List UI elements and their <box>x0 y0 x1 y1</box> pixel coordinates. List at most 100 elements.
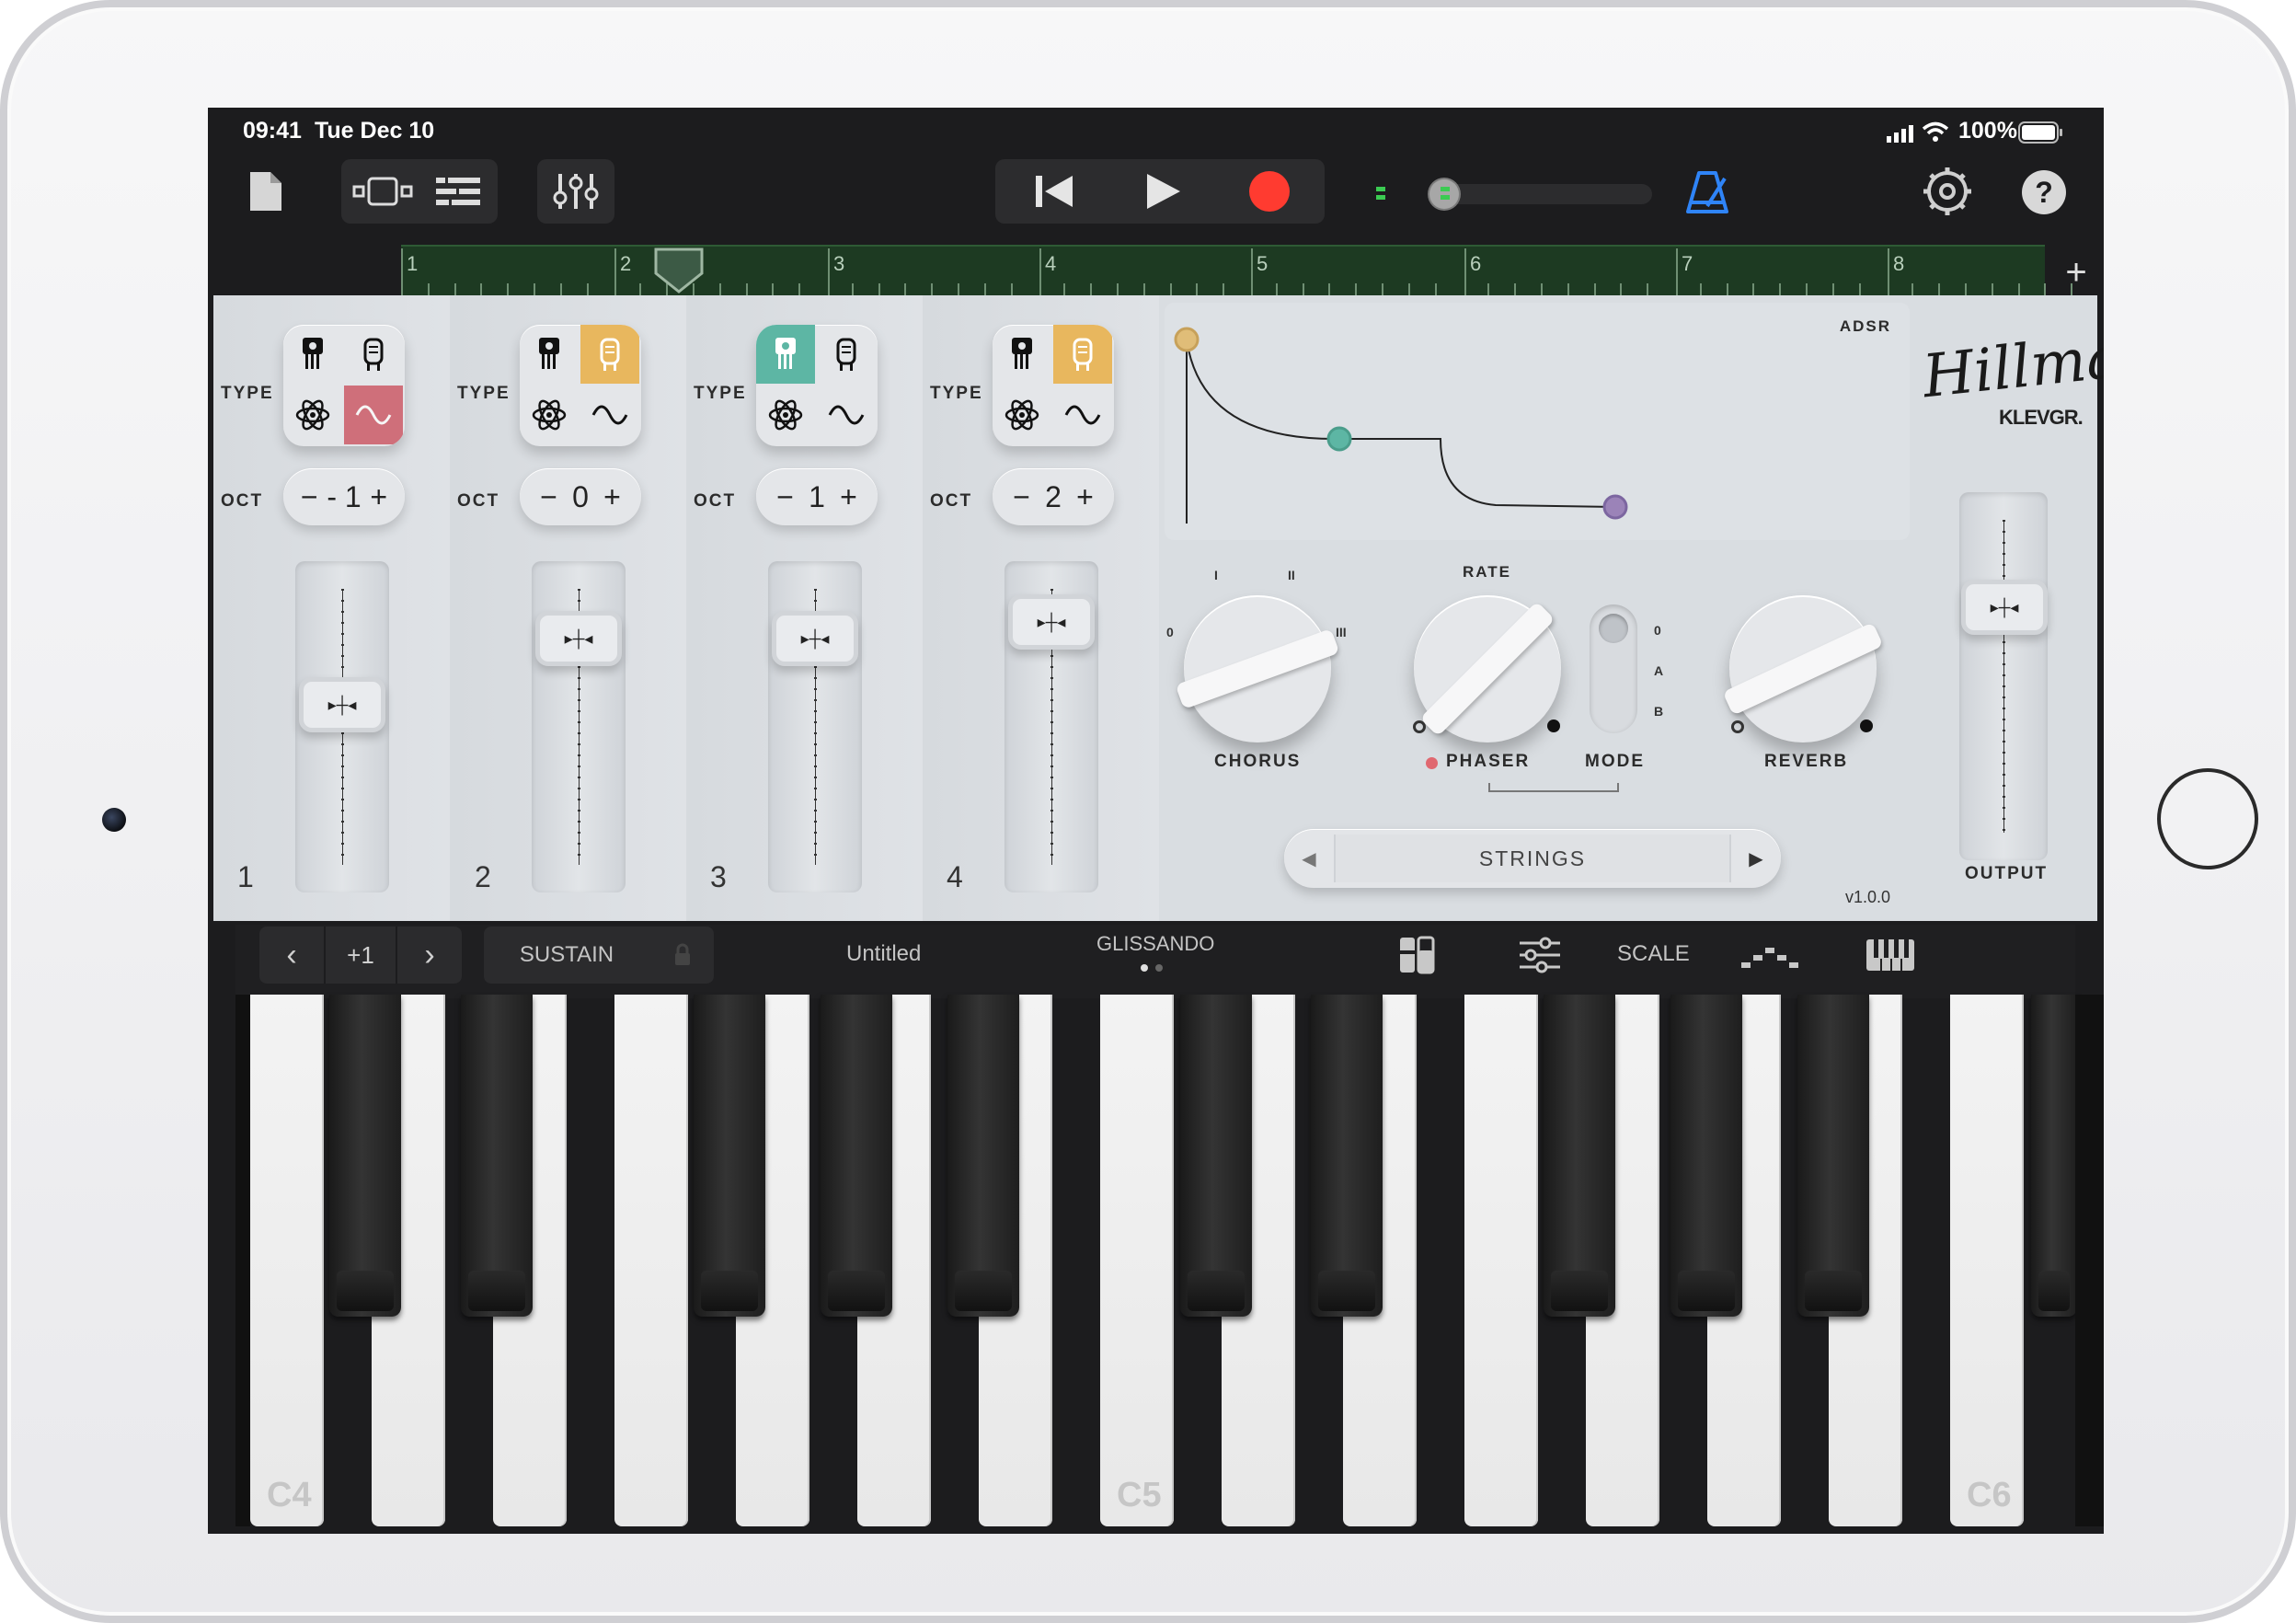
atom-icon[interactable] <box>520 386 579 444</box>
ruler-tick <box>507 283 510 296</box>
black-key[interactable] <box>821 995 892 1317</box>
octave-stepper-1[interactable]: − - 1 + <box>283 468 405 525</box>
sustain-button[interactable]: SUSTAIN <box>484 927 649 984</box>
rewind-icon[interactable] <box>1008 163 1100 220</box>
transistor-icon[interactable] <box>756 325 815 384</box>
sine-icon[interactable] <box>580 386 639 444</box>
output-fader-handle[interactable]: ▸┼◂ <box>1961 580 2048 636</box>
split-keyboard-icon[interactable] <box>1395 932 1439 978</box>
volume-slider[interactable] <box>1376 178 1652 211</box>
preset-selector: ◀ STRINGS ▶ <box>1284 829 1781 888</box>
help-icon[interactable]: ? <box>2022 170 2066 214</box>
transistor-icon[interactable] <box>283 325 342 384</box>
octave-stepper-2[interactable]: −0 + <box>520 468 641 525</box>
black-key[interactable] <box>1180 995 1252 1317</box>
octave-decrement[interactable]: − <box>1013 480 1030 514</box>
black-key[interactable] <box>1544 995 1615 1317</box>
keyboard-icon[interactable] <box>1864 932 1917 978</box>
atom-icon[interactable] <box>283 386 342 444</box>
black-key[interactable] <box>947 995 1019 1317</box>
transistor-icon[interactable] <box>520 325 579 384</box>
scale-button[interactable]: SCALE <box>1617 941 1690 967</box>
adsr-envelope[interactable]: ADSR <box>1165 303 1910 540</box>
output-fader[interactable] <box>1959 492 2048 860</box>
white-key[interactable] <box>1464 995 1538 1526</box>
add-track-button[interactable]: + <box>2055 251 2097 294</box>
octave-increment[interactable]: + <box>1076 480 1094 514</box>
fader-handle-1[interactable]: ▸┼◂ <box>299 677 385 732</box>
list-view-icon[interactable] <box>421 163 495 220</box>
white-key[interactable] <box>614 995 688 1526</box>
tube-icon[interactable] <box>817 325 876 384</box>
white-key-c6[interactable]: C6 <box>1950 995 2024 1526</box>
arpeggiator-icon[interactable] <box>1740 936 1799 976</box>
record-icon[interactable] <box>1223 163 1315 220</box>
octave-increment[interactable]: + <box>370 480 387 514</box>
metronome-icon[interactable] <box>1680 165 1735 220</box>
document-icon[interactable] <box>245 168 287 214</box>
ruler-tick <box>1434 283 1437 296</box>
tube-icon[interactable] <box>1053 325 1112 384</box>
glissando-label[interactable]: GLISSANDO <box>1096 932 1214 956</box>
sine-icon[interactable] <box>344 386 403 444</box>
chorus-mark-1: I <box>1214 568 1218 582</box>
black-key[interactable] <box>694 995 765 1317</box>
sine-icon[interactable] <box>817 386 876 444</box>
octave-stepper-4[interactable]: −2 + <box>993 468 1114 525</box>
phaser-rate-knob[interactable] <box>1414 595 1561 742</box>
fader-handle-3[interactable]: ▸┼◂ <box>772 611 858 666</box>
timeline-ruler[interactable]: 1 2 3 4 5 6 7 8 <box>401 245 2073 296</box>
mode-switch[interactable] <box>1590 604 1637 733</box>
octave-decrement[interactable]: − <box>776 480 794 514</box>
octave-increment[interactable]: + <box>840 480 857 514</box>
black-key[interactable] <box>329 995 401 1317</box>
playhead-icon[interactable] <box>654 247 704 294</box>
ruler-tick <box>586 283 589 296</box>
white-key-c4[interactable]: C4 <box>250 995 324 1526</box>
fader-handle-4[interactable]: ▸┼◂ <box>1008 594 1095 650</box>
lock-icon[interactable] <box>655 927 710 984</box>
ruler-tick <box>1752 283 1755 296</box>
black-key[interactable] <box>1797 995 1869 1317</box>
ruler-tick <box>1223 283 1225 296</box>
tracks-view-icon[interactable] <box>346 163 419 220</box>
home-button[interactable] <box>2157 768 2258 869</box>
phaser-label: PHASER <box>1446 752 1531 771</box>
ruler-bar-1: 1 <box>407 252 419 275</box>
keyboard-right-edge <box>2075 995 2104 1526</box>
screen: 09:41 Tue Dec 10 100% ? 1 2 3 4 5 6 7 8 … <box>208 108 2104 1534</box>
octave-decrement[interactable]: − <box>540 480 557 514</box>
black-key[interactable] <box>2031 995 2077 1317</box>
black-key[interactable] <box>461 995 533 1317</box>
sine-icon[interactable] <box>1053 386 1112 444</box>
tube-icon[interactable] <box>344 325 403 384</box>
play-icon[interactable] <box>1117 163 1209 220</box>
chorus-knob[interactable] <box>1175 595 1340 742</box>
preset-prev-button[interactable]: ◀ <box>1284 829 1334 888</box>
octave-stepper-3[interactable]: −1 + <box>756 468 878 525</box>
keyboard-settings-icon[interactable] <box>1514 932 1566 978</box>
preset-next-button[interactable]: ▶ <box>1731 829 1781 888</box>
ruler-tick <box>1407 283 1410 296</box>
octave-increment[interactable]: + <box>603 480 621 514</box>
sustain-control[interactable]: SUSTAIN <box>484 927 714 984</box>
black-key[interactable] <box>1670 995 1742 1317</box>
transistor-icon[interactable] <box>993 325 1051 384</box>
preset-name[interactable]: STRINGS <box>1334 835 1731 882</box>
atom-icon[interactable] <box>993 386 1051 444</box>
octave-down-button[interactable]: ‹ <box>259 927 324 984</box>
mixer-icon[interactable] <box>537 161 614 222</box>
white-key-c5[interactable]: C5 <box>1100 995 1174 1526</box>
settings-icon[interactable] <box>1921 165 1974 218</box>
octave-up-button[interactable]: › <box>397 927 462 984</box>
fader-handle-2[interactable]: ▸┼◂ <box>535 611 622 666</box>
ruler-bar-5: 5 <box>1257 252 1269 275</box>
tube-icon[interactable] <box>580 325 639 384</box>
mode-option-a: A <box>1654 663 1664 678</box>
atom-icon[interactable] <box>756 386 815 444</box>
black-key[interactable] <box>1311 995 1383 1317</box>
type-selector-2 <box>520 325 641 446</box>
octave-decrement[interactable]: − <box>301 480 318 514</box>
reverb-knob[interactable] <box>1722 595 1884 742</box>
octave-shift-value: +1 <box>324 927 397 984</box>
